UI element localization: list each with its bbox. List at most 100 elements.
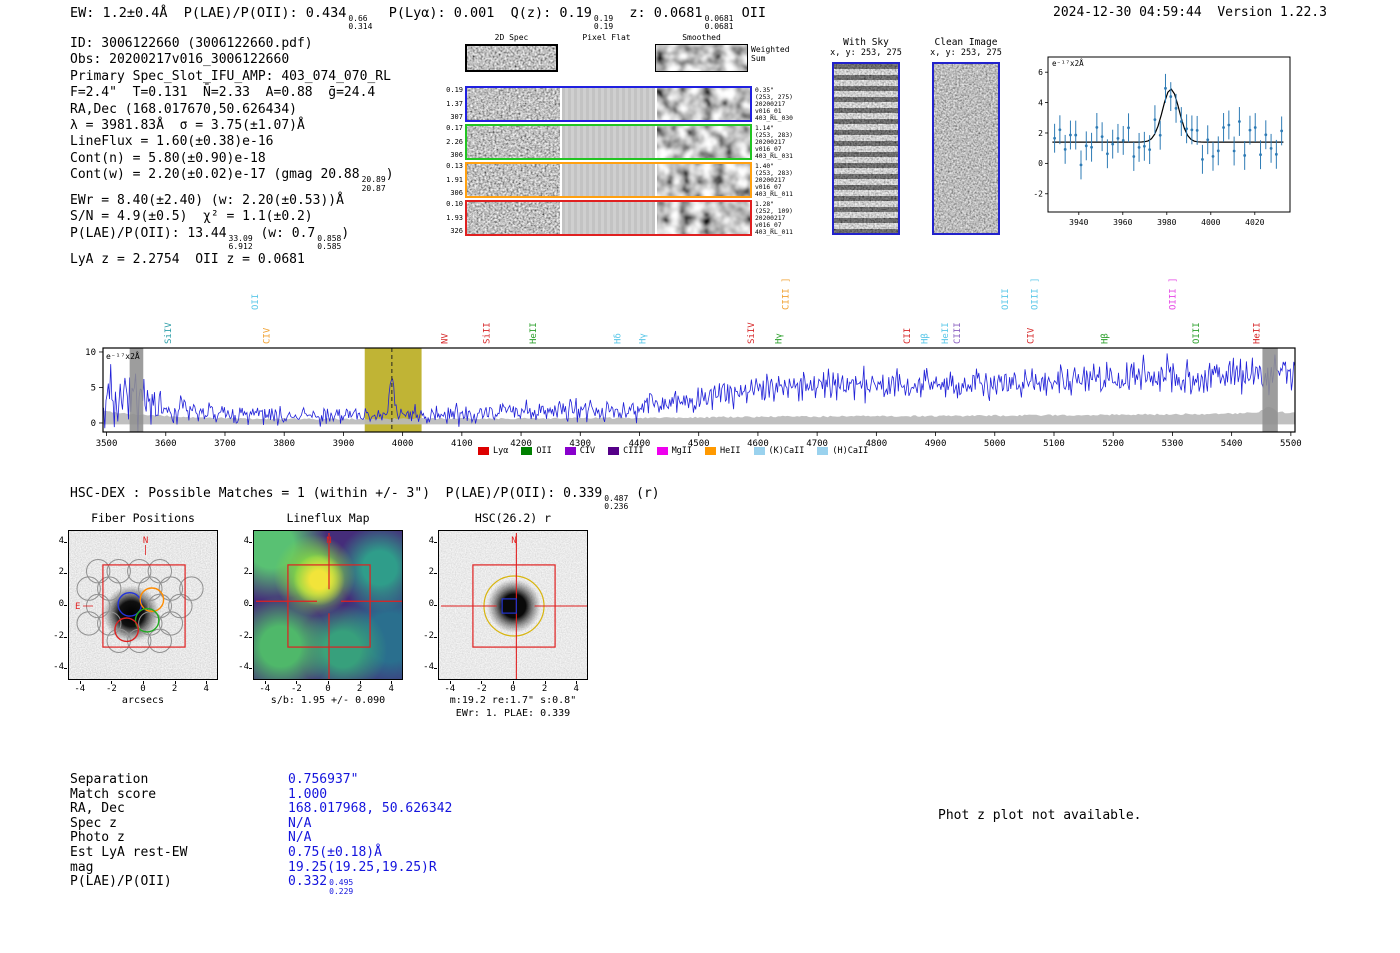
legend-item: MgII [656, 446, 693, 456]
hsc-image-xtickmark [544, 681, 546, 684]
clean-image-coords: x, y: 253, 275 [930, 48, 1002, 58]
noise-texture [657, 164, 750, 196]
match-row-label: Match score [70, 786, 157, 802]
spectrum-units-label: e⁻¹⁷x2Å [106, 350, 140, 361]
sup-sub-stack: 0.19 0.19 [594, 14, 613, 32]
row-right-labels: 1.14" (253, 283) 20200217 v016_07 403_RL_031 [755, 124, 809, 160]
sup-sub-stack: 20.89 20.87 [362, 175, 386, 193]
match-row-value: 0.75(±0.18)Å [288, 844, 382, 860]
fiber-positions-xtick: 0 [140, 684, 146, 694]
hsc-image-xtickmark [576, 681, 578, 684]
line-label-SiII: SiII [483, 322, 493, 344]
svg-text:5400: 5400 [1221, 439, 1243, 449]
info-line-7: Cont(n) = 5.80(±0.90)e-18 [70, 151, 394, 167]
match-table-row: Match score 1.000 [70, 787, 452, 802]
line-label-CIV: CIV [262, 327, 272, 344]
left-value: 0.19 [446, 86, 463, 94]
col-header-2d-spec: 2D Spec [494, 33, 529, 42]
line-label-NV: NV [441, 333, 451, 344]
match-table-row: Separation 0.756937" [70, 772, 452, 787]
fiber-circle [168, 593, 193, 619]
legend-item: CIII [608, 446, 644, 456]
catalog-match-table: Separation 0.756937" Match score 1.000 RA, D… [70, 772, 452, 895]
fiber-positions-ytick: -2 [53, 630, 64, 641]
fiber-circle [76, 576, 101, 601]
with-sky-coords: x, y: 253, 275 [830, 48, 902, 58]
spec2d-row-1: 0.19 1.37 307 0.35" (253, 275) 20200217 v016_0… [445, 86, 809, 122]
right-label-line: (253, 275) [755, 94, 793, 101]
svg-text:4800: 4800 [866, 439, 888, 449]
line-label-OIII: OIII [1192, 322, 1202, 344]
legend-swatch [817, 447, 829, 455]
hsc-image-plot: N [438, 530, 588, 680]
text-segment: P(LAE)/P(OII): 13.44 [70, 225, 227, 241]
match-row-label: mag [70, 859, 94, 875]
fiber-positions-xtick: 2 [171, 684, 178, 694]
with-sky-title: With Sky [843, 37, 889, 48]
spec2d-row-3: 0.13 1.91 306 1.40" (253, 283) 20200217 v016_0… [445, 162, 809, 198]
match-row-label: Separation [70, 772, 149, 787]
lineflux-map-xtickmark [359, 681, 361, 684]
legend-swatch [564, 447, 576, 455]
sky-stripes-overlay [834, 64, 898, 233]
hsc-image-ytickmark [434, 668, 437, 670]
info-line-10: S/N = 4.9(±0.5) χ² = 1.1(±0.2) [70, 209, 394, 225]
text-segment: ) [385, 167, 394, 183]
fiber-overlay: NE [75, 536, 204, 653]
sup-sub-stack: 0.487 0.236 [604, 494, 628, 512]
sub-value: 0.585 [317, 242, 342, 252]
weighted-sum-label: Sum [751, 54, 766, 63]
svg-text:4900: 4900 [925, 439, 947, 449]
row-right-labels: 0.35" (253, 275) 20200217 v016_01 403_RL_030 [755, 86, 809, 122]
hsc-image-caption: m:19.2 re:1.7" s:0.8" [449, 695, 577, 706]
legend-item: OII [521, 446, 552, 456]
text-segment: Obs: 20200217v016_3006122660 [70, 52, 290, 68]
fiber-circle [76, 611, 101, 636]
match-table-row: Est LyA rest-EW 0.75(±0.18)Å [70, 845, 452, 860]
lineflux-map-xtickmark [391, 681, 393, 684]
svg-text:2: 2 [1038, 129, 1043, 138]
info-line-11: P(LAE)/P(OII): 13.44 33.09 6.912 (w: 0.7 0.… [70, 226, 394, 252]
text-segment: (w: 0.7 [252, 225, 316, 241]
match-row-value: 0.332 [288, 874, 328, 890]
fiber-positions-xtickmark [206, 681, 208, 684]
hsc-image-xtick: 0 [510, 684, 516, 694]
data-points [1053, 73, 1284, 180]
line-label-HeII: HeII [941, 322, 951, 344]
svg-text:5500: 5500 [1280, 439, 1302, 449]
legend-label: Lyα [493, 446, 509, 456]
legend-label: HeII [720, 446, 741, 456]
legend-label: MgII [671, 446, 693, 456]
svg-text:3700: 3700 [214, 439, 236, 449]
left-value: 0.17 [446, 124, 463, 132]
right-label-line: 20200217 [755, 139, 786, 146]
fiber-positions-xtickmark [174, 681, 176, 684]
compass-north-label: N [143, 536, 148, 546]
row-left-values: 0.19 1.37 307 [445, 86, 465, 122]
legend-swatch [608, 447, 620, 455]
clean-image-header: Clean Image x, y: 253, 275 [920, 37, 1012, 58]
noise-texture [467, 202, 560, 234]
fiber-positions-xtick: 4 [203, 684, 209, 694]
legend-swatch [656, 447, 668, 455]
row-strips [465, 200, 752, 236]
2d-spec-image [467, 202, 560, 234]
legend-label: CIII [623, 446, 644, 456]
left-value: 306 [450, 151, 463, 159]
spec2d-rows: Weighted Sum 0.19 1.37 307 0.35" (253, 275) 202… [445, 44, 809, 238]
spectrum-legend: Lyα OII CIV CIII MgII HeII (K)CaII (H)CaII [478, 446, 868, 456]
hsc-image-ytickmark [434, 636, 437, 638]
legend-item: (K)CaII [753, 446, 804, 456]
noise-texture [467, 46, 556, 70]
svg-text:5100: 5100 [1043, 439, 1065, 449]
lineflux-map-plot: N [253, 530, 403, 680]
right-label-line: 20200217 [755, 215, 786, 222]
spec2d-row-0: Weighted Sum [445, 44, 809, 72]
sub-value: 0.229 [329, 886, 354, 896]
line-label-CIII: CIII [953, 322, 963, 344]
svg-text:6: 6 [1038, 68, 1043, 77]
info-line-12: LyA z = 2.2754 OII z = 0.0681 [70, 252, 394, 268]
line-label-OII: OII [251, 294, 261, 310]
text-segment: λ = 3981.83Å σ = 3.75(±1.07)Å [70, 118, 305, 134]
left-value: 0.13 [446, 162, 463, 170]
